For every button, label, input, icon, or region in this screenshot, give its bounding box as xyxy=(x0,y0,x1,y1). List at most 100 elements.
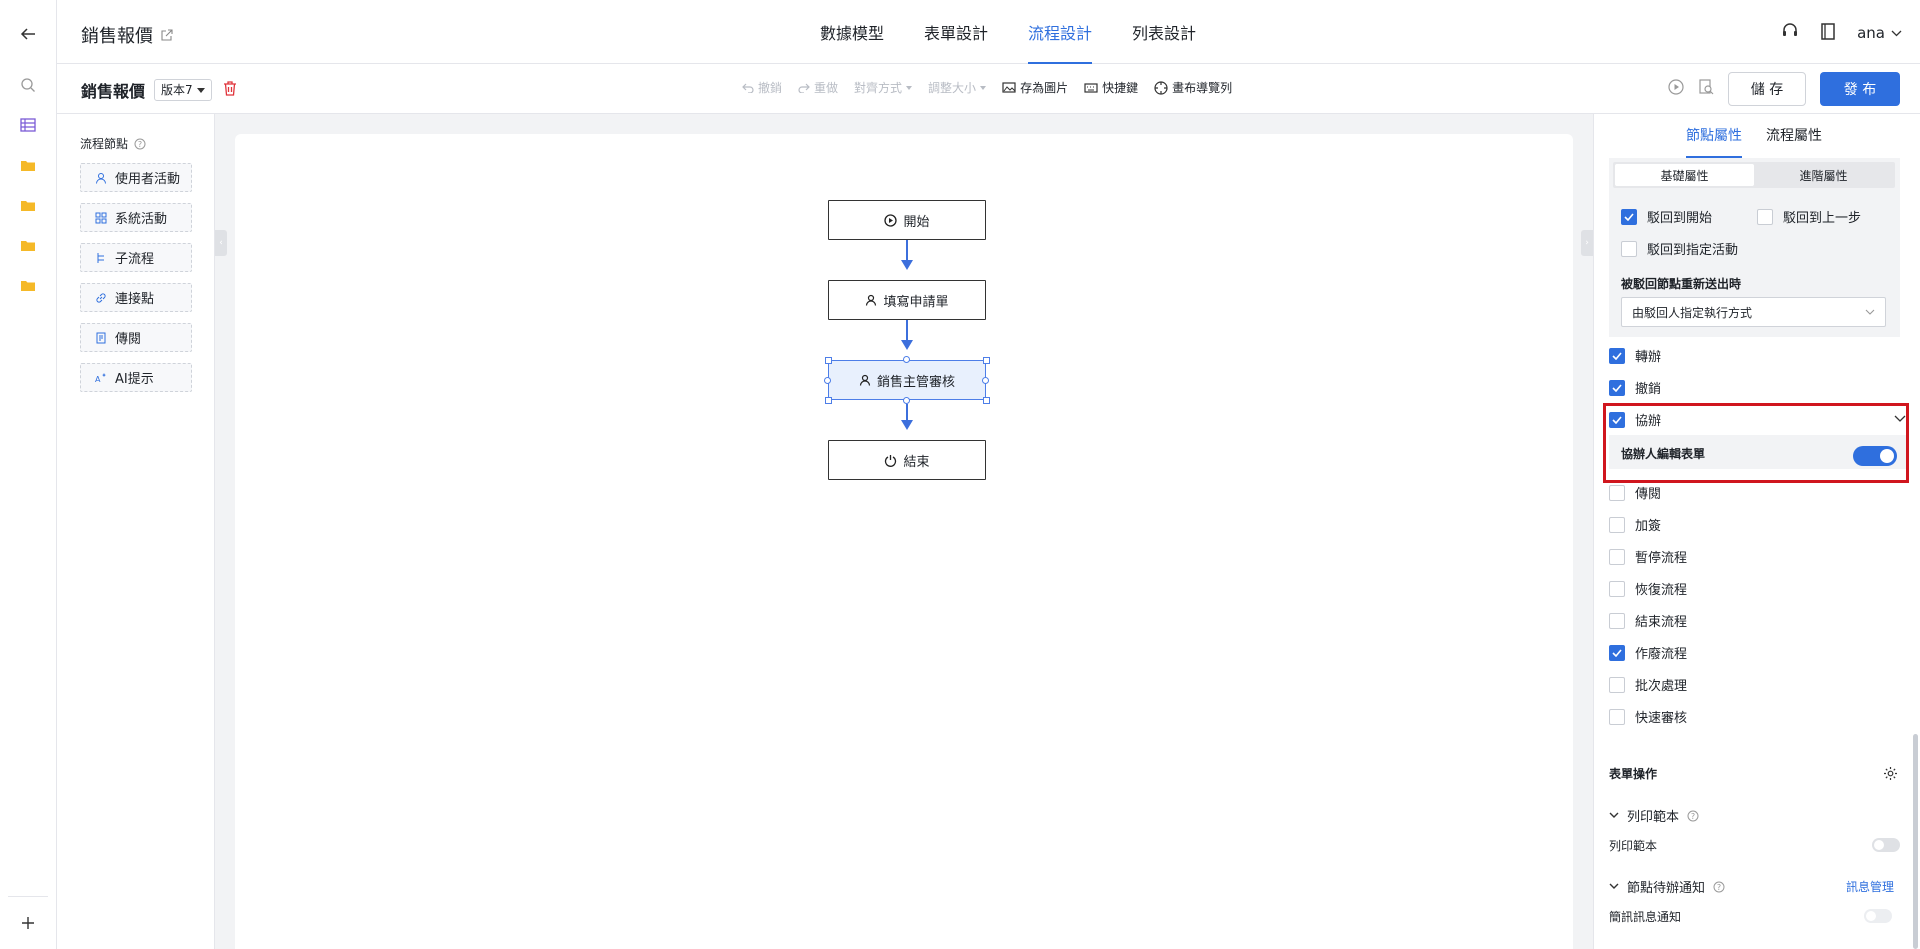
checkbox-withdraw[interactable]: 撤銷 xyxy=(1609,378,1661,397)
collapse-left-handle[interactable]: ‹ xyxy=(215,230,227,256)
node-palette: 流程節點 ? 使用者活動 系統活動 子流程 連接點 傳閱 A AI提示 xyxy=(57,114,215,949)
sms-notify-toggle[interactable] xyxy=(1864,909,1892,923)
connection-anchor[interactable] xyxy=(903,356,910,363)
folder-icon[interactable] xyxy=(16,233,40,257)
redo-button[interactable]: 重做 xyxy=(798,79,838,96)
redo-icon xyxy=(798,83,810,93)
panel-scrollbar[interactable] xyxy=(1913,734,1918,949)
compass-icon xyxy=(1154,80,1168,95)
main-tabs: 數據模型 表單設計 流程設計 列表設計 xyxy=(800,4,1216,64)
undo-button[interactable]: 撤銷 xyxy=(742,79,782,96)
publish-button[interactable]: 發 布 xyxy=(1820,72,1900,106)
tab-flow-design[interactable]: 流程設計 xyxy=(1008,4,1112,64)
redo-label: 重做 xyxy=(814,81,839,95)
resize-dropdown[interactable]: 調整大小 xyxy=(928,79,987,96)
collapse-right-handle[interactable]: › xyxy=(1581,230,1593,256)
inspect-icon[interactable] xyxy=(1698,79,1714,99)
checkbox-resume-flow[interactable]: 恢復流程 xyxy=(1609,579,1687,598)
external-link-icon[interactable] xyxy=(161,25,173,46)
checkbox-checked-icon xyxy=(1609,379,1625,396)
flow-edge[interactable] xyxy=(906,320,908,342)
checkbox-reject-to-previous[interactable]: 駁回到上一步 xyxy=(1757,207,1861,226)
palette-item-subflow[interactable]: 子流程 xyxy=(80,243,192,272)
tab-flow-properties[interactable]: 流程屬性 xyxy=(1766,114,1822,158)
palette-item-ai-prompt[interactable]: A AI提示 xyxy=(80,363,192,392)
checkbox-reject-to-start[interactable]: 駁回到開始 xyxy=(1621,207,1712,226)
resize-handle[interactable] xyxy=(983,357,990,364)
flow-node-fill-form[interactable]: 填寫申請單 xyxy=(828,280,986,320)
svg-text:?: ? xyxy=(1691,812,1695,821)
flow-node-start[interactable]: 開始 xyxy=(828,200,986,240)
tab-data-model[interactable]: 數據模型 xyxy=(800,4,904,64)
folder-icon[interactable] xyxy=(16,273,40,297)
chevron-down-icon xyxy=(1865,309,1875,315)
canvas-area: ‹ 開始 填寫申請單 銷售主管審核 結束 › xyxy=(215,114,1593,949)
save-button[interactable]: 儲 存 xyxy=(1728,72,1806,106)
checkbox-label: 結束流程 xyxy=(1635,615,1688,630)
connection-anchor[interactable] xyxy=(982,377,989,384)
user-menu[interactable]: ana xyxy=(1857,24,1902,42)
flow-node-end[interactable]: 結束 xyxy=(828,440,986,480)
caret-down-icon xyxy=(980,85,987,90)
print-template-toggle[interactable] xyxy=(1872,838,1900,852)
folder-icon[interactable] xyxy=(16,153,40,177)
checkbox-quick-review[interactable]: 快速審核 xyxy=(1609,707,1687,726)
checkbox-add-sign[interactable]: 加簽 xyxy=(1609,515,1661,534)
headset-icon[interactable] xyxy=(1781,22,1799,44)
palette-item-label: 系統活動 xyxy=(115,212,168,227)
align-dropdown[interactable]: 對齊方式 xyxy=(854,79,913,96)
segment-basic[interactable]: 基礎屬性 xyxy=(1615,164,1754,186)
checkbox-circulate[interactable]: 傳閱 xyxy=(1609,483,1661,502)
save-image-button[interactable]: 存為圖片 xyxy=(1002,79,1068,96)
checkbox-end-flow[interactable]: 結束流程 xyxy=(1609,611,1687,630)
book-icon[interactable] xyxy=(1821,22,1835,44)
tab-list-design[interactable]: 列表設計 xyxy=(1112,4,1216,64)
palette-item-connector[interactable]: 連接點 xyxy=(80,283,192,312)
checkbox-batch-process[interactable]: 批次處理 xyxy=(1609,675,1687,694)
back-arrow-icon[interactable] xyxy=(16,22,40,46)
segment-advanced[interactable]: 進階屬性 xyxy=(1754,164,1893,186)
table-icon[interactable] xyxy=(16,113,40,137)
toolbar-actions: 儲 存 發 布 xyxy=(1668,72,1900,106)
palette-item-system-activity[interactable]: 系統活動 xyxy=(80,203,192,232)
properties-panel: 節點屬性 流程屬性 基礎屬性 進階屬性 駁回到開始 駁回到上一步 駁回到指定活動… xyxy=(1593,114,1920,949)
print-section-header[interactable]: 列印範本 ? xyxy=(1609,806,1699,825)
gear-icon[interactable] xyxy=(1883,766,1898,785)
caret-down-icon xyxy=(906,85,913,90)
connection-anchor[interactable] xyxy=(903,397,910,404)
tab-node-properties[interactable]: 節點屬性 xyxy=(1686,114,1742,158)
tab-form-design[interactable]: 表單設計 xyxy=(904,4,1008,64)
palette-item-label: 子流程 xyxy=(115,252,155,267)
version-select[interactable]: 版本7 xyxy=(154,79,212,101)
resize-handle[interactable] xyxy=(825,357,832,364)
trash-icon[interactable] xyxy=(223,81,237,100)
checkbox-transfer[interactable]: 轉辦 xyxy=(1609,346,1661,365)
resubmit-select[interactable]: 由駁回人指定執行方式 xyxy=(1621,297,1886,327)
canvas-nav-button[interactable]: 畫布導覽列 xyxy=(1154,79,1232,96)
checkbox-reject-to-specific[interactable]: 駁回到指定活動 xyxy=(1621,239,1738,258)
palette-item-user-activity[interactable]: 使用者活動 xyxy=(80,163,192,192)
play-icon[interactable] xyxy=(1668,79,1684,99)
checkbox-label: 傳閱 xyxy=(1635,487,1662,502)
resize-handle[interactable] xyxy=(983,397,990,404)
palette-item-circulate[interactable]: 傳閱 xyxy=(80,323,192,352)
search-icon[interactable] xyxy=(16,73,40,97)
folder-icon[interactable] xyxy=(16,193,40,217)
shortcuts-button[interactable]: 快捷鍵 xyxy=(1084,79,1138,96)
flow-node-sales-manager-review[interactable]: 銷售主管審核 xyxy=(828,360,986,400)
checkbox-checked-icon xyxy=(1621,208,1637,225)
message-management-link[interactable]: 訊息管理 xyxy=(1846,878,1894,895)
checkbox-void-flow[interactable]: 作廢流程 xyxy=(1609,643,1687,662)
notify-section-header[interactable]: 節點待辦通知 ? xyxy=(1609,877,1725,896)
checkbox-unchecked-icon xyxy=(1609,516,1625,533)
flow-canvas[interactable]: 開始 填寫申請單 銷售主管審核 結束 xyxy=(235,134,1573,949)
sms-notify-label: 簡訊訊息通知 xyxy=(1609,910,1682,924)
divider xyxy=(8,896,48,897)
checkbox-label: 轉辦 xyxy=(1635,350,1662,365)
user-icon xyxy=(96,172,106,184)
resize-handle[interactable] xyxy=(825,397,832,404)
connection-anchor[interactable] xyxy=(824,377,831,384)
plus-icon[interactable] xyxy=(16,911,40,935)
checkbox-pause-flow[interactable]: 暫停流程 xyxy=(1609,547,1687,566)
palette-item-label: 使用者活動 xyxy=(115,172,181,187)
